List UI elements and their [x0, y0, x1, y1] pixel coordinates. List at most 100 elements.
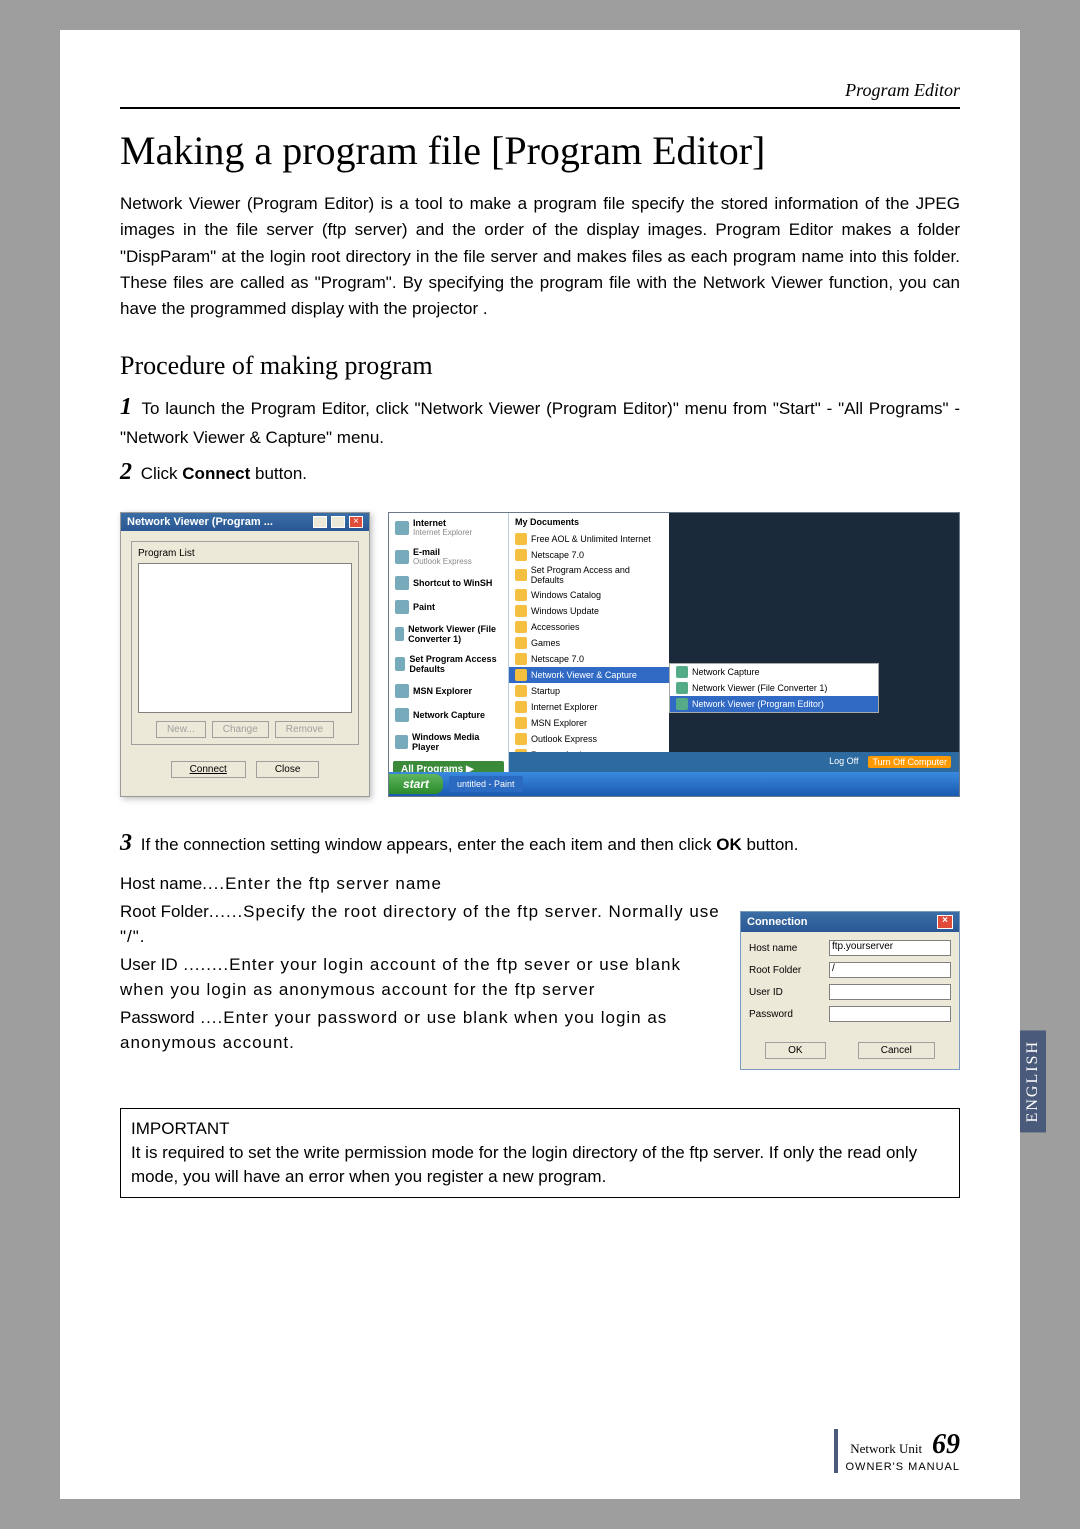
start-menu-left-item[interactable]: E-mailOutlook Express	[389, 542, 508, 571]
start-menu-left-item[interactable]: Set Program Access Defaults	[389, 649, 508, 679]
app-icon	[676, 666, 688, 678]
close-button[interactable]: Close	[256, 761, 320, 778]
important-text: It is required to set the write permissi…	[131, 1141, 949, 1189]
page-title: Making a program file [Program Editor]	[120, 127, 960, 174]
step-3-bold: OK	[716, 835, 742, 854]
folder-icon	[515, 533, 527, 545]
intro-paragraph: Network Viewer (Program Editor) is a too…	[120, 191, 960, 323]
program-editor-titlebar: Network Viewer (Program ... ×	[121, 513, 369, 531]
figures-row: Network Viewer (Program ... × Program Li…	[120, 512, 960, 797]
submenu-item[interactable]: Network Viewer (File Converter 1)	[670, 680, 878, 696]
step-3-post: button.	[742, 835, 799, 854]
programs-menu-item[interactable]: Outlook Express	[509, 731, 669, 747]
step-1: 1 To launch the Program Editor, click "N…	[120, 389, 960, 451]
folder-icon	[515, 621, 527, 633]
conn-userid-input[interactable]	[829, 984, 951, 1000]
submenu-item[interactable]: Network Capture	[670, 664, 878, 680]
start-menu-left-item[interactable]: Network Capture	[389, 703, 508, 727]
programs-menu-item[interactable]: Netscape 7.0	[509, 651, 669, 667]
folder-icon	[515, 701, 527, 713]
header-rule	[120, 107, 960, 109]
page-footer: Network Unit 69 OWNER'S MANUAL	[834, 1429, 961, 1473]
conn-userid-label: User ID	[749, 987, 829, 998]
start-button[interactable]: start	[389, 774, 443, 794]
hostname-label: Host name	[120, 874, 202, 893]
folder-icon	[515, 653, 527, 665]
program-list-label: Program List	[138, 548, 352, 559]
start-menu-screenshot: InternetInternet ExplorerE-mailOutlook E…	[388, 512, 960, 797]
program-editor-title: Network Viewer (Program ...	[127, 516, 309, 528]
minimize-icon[interactable]	[313, 516, 327, 528]
step-2-pre: Click	[136, 464, 182, 483]
programs-menu-item[interactable]: Startup	[509, 683, 669, 699]
programs-menu-item[interactable]: Network Viewer & Capture	[509, 667, 669, 683]
app-icon	[395, 708, 409, 722]
connection-close-icon[interactable]: ×	[937, 915, 953, 929]
programs-menu-item[interactable]: Accessories	[509, 619, 669, 635]
english-tab: ENGLISH	[1020, 1030, 1046, 1132]
header-section: Program Editor	[120, 80, 960, 101]
start-menu-left-item[interactable]: Paint	[389, 595, 508, 619]
programs-menu-item[interactable]: Netscape 7.0	[509, 547, 669, 563]
password-label: Password	[120, 1008, 195, 1027]
important-label: IMPORTANT	[131, 1117, 949, 1141]
turnoff-button[interactable]: Turn Off Computer	[868, 756, 951, 768]
footer-page-number: 69	[926, 1429, 960, 1460]
start-menu-logoff-bar: Log Off Turn Off Computer	[509, 752, 959, 772]
programs-menu-item[interactable]: Internet Explorer	[509, 699, 669, 715]
my-documents-header[interactable]: My Documents	[509, 513, 669, 531]
program-editor-window: Network Viewer (Program ... × Program Li…	[120, 512, 370, 797]
programs-menu-item[interactable]: Games	[509, 635, 669, 651]
start-menu-left-item[interactable]: Windows Media Player	[389, 727, 508, 757]
conn-rootfolder-label: Root Folder	[749, 965, 829, 976]
connect-button[interactable]: Connect	[171, 761, 246, 778]
footer-network-unit: Network Unit	[850, 1441, 922, 1456]
close-icon[interactable]: ×	[349, 516, 363, 528]
start-menu-submenu: Network CaptureNetwork Viewer (File Conv…	[669, 663, 879, 713]
step-1-text: To launch the Program Editor, click "Net…	[120, 399, 960, 447]
conn-hostname-label: Host name	[749, 943, 829, 954]
step-2-bold: Connect	[182, 464, 250, 483]
programs-menu-item[interactable]: Free AOL & Unlimited Internet	[509, 531, 669, 547]
start-menu-left-item[interactable]: Shortcut to WinSH	[389, 571, 508, 595]
step-1-number: 1	[120, 394, 132, 420]
step-3: 3 If the connection setting window appea…	[120, 825, 960, 861]
hostname-def: ....Enter the ftp server name	[202, 874, 442, 893]
footer-owners-manual: OWNER'S MANUAL	[846, 1461, 961, 1473]
new-button: New...	[156, 721, 206, 738]
logoff-button[interactable]: Log Off	[829, 756, 858, 768]
password-def: ....Enter your password or use blank whe…	[120, 1008, 667, 1053]
taskbar-item-paint[interactable]: untitled - Paint	[449, 776, 523, 792]
maximize-icon[interactable]	[331, 516, 345, 528]
conn-cancel-button[interactable]: Cancel	[858, 1042, 935, 1059]
programs-menu-item[interactable]: Windows Update	[509, 603, 669, 619]
app-icon	[676, 682, 688, 694]
folder-icon	[515, 685, 527, 697]
conn-rootfolder-input[interactable]: /	[829, 962, 951, 978]
userid-label: User ID	[120, 955, 178, 974]
app-icon	[395, 735, 408, 749]
start-menu-left-item[interactable]: InternetInternet Explorer	[389, 513, 508, 542]
remove-button: Remove	[275, 721, 334, 738]
important-box: IMPORTANT It is required to set the writ…	[120, 1108, 960, 1197]
start-menu-left-item[interactable]: MSN Explorer	[389, 679, 508, 703]
programs-menu-item[interactable]: Set Program Access and Defaults	[509, 563, 669, 587]
folder-icon	[515, 569, 527, 581]
start-menu-left-item[interactable]: Network Viewer (File Converter 1)	[389, 619, 508, 649]
procedure-subtitle: Procedure of making program	[120, 351, 960, 381]
app-icon	[395, 521, 409, 535]
programs-menu-item[interactable]: MSN Explorer	[509, 715, 669, 731]
folder-icon	[515, 717, 527, 729]
submenu-item[interactable]: Network Viewer (Program Editor)	[670, 696, 878, 712]
programs-menu-item[interactable]: Windows Catalog	[509, 587, 669, 603]
app-icon	[395, 576, 409, 590]
definitions-block: Host name....Enter the ftp server name R…	[120, 871, 720, 1070]
folder-icon	[515, 733, 527, 745]
connection-dialog: Connection × Host name ftp.yourserver Ro…	[740, 911, 960, 1070]
conn-password-input[interactable]	[829, 1006, 951, 1022]
program-list-group: Program List New... Change Remove	[131, 541, 359, 745]
conn-ok-button[interactable]: OK	[765, 1042, 825, 1059]
taskbar: start untitled - Paint	[389, 772, 959, 796]
conn-hostname-input[interactable]: ftp.yourserver	[829, 940, 951, 956]
program-list[interactable]	[138, 563, 352, 713]
